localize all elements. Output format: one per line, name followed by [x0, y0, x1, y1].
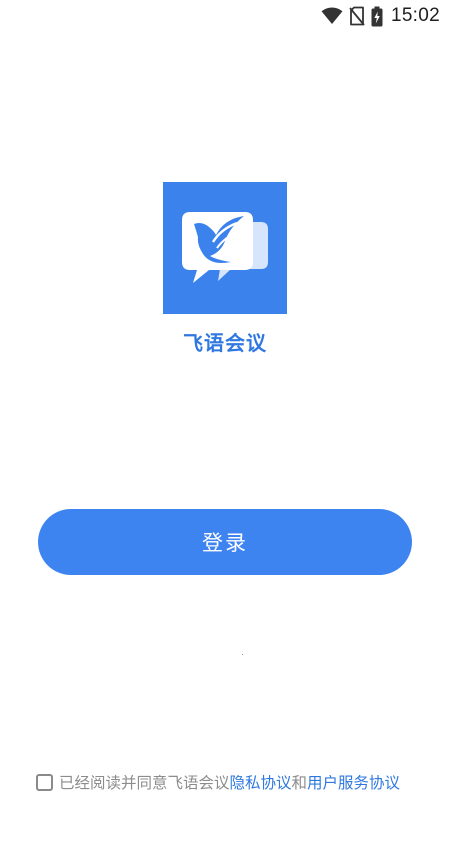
status-bar: 15:02: [0, 0, 450, 32]
agreement-joiner: 和: [291, 774, 308, 792]
bird-chat-bubble-logo-icon: [182, 212, 268, 283]
privacy-policy-link[interactable]: 隐私协议: [230, 771, 292, 793]
status-clock: 15:02: [390, 5, 440, 26]
no-sim-icon: [349, 6, 365, 26]
agreement-checkbox[interactable]: [36, 773, 53, 791]
decorative-dot: [242, 654, 243, 655]
app-name: 飞语会议: [183, 331, 267, 355]
login-button[interactable]: 登录: [38, 509, 412, 575]
agreement-row: 已经阅读并同意飞语会议 隐私协议 和 用户服务协议: [36, 771, 400, 793]
agreement-prefix: 已经阅读并同意飞语会议: [59, 774, 230, 792]
app-logo: [163, 182, 287, 314]
terms-of-service-link[interactable]: 用户服务协议: [307, 771, 400, 793]
wifi-icon: [321, 7, 343, 24]
login-button-label: 登录: [202, 531, 248, 555]
status-icons: 15:02: [321, 5, 440, 27]
battery-charging-icon: [371, 6, 383, 26]
